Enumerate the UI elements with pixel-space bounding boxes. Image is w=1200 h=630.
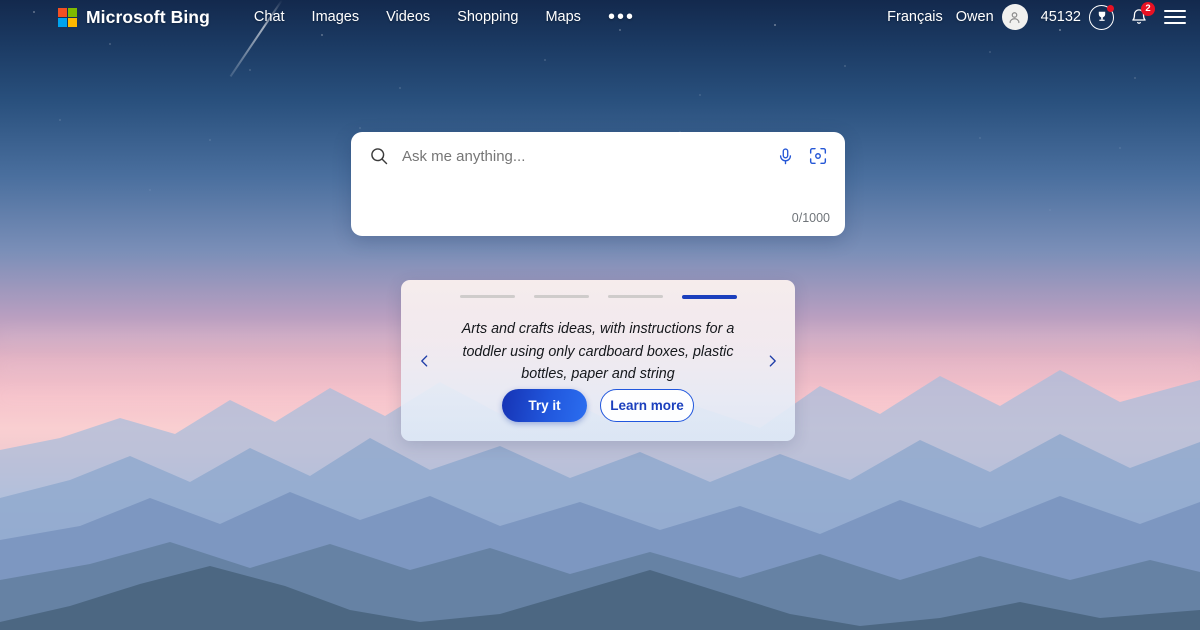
nav-item-shopping[interactable]: Shopping xyxy=(457,9,518,25)
learn-more-button[interactable]: Learn more xyxy=(600,389,694,422)
nav-item-videos[interactable]: Videos xyxy=(386,9,430,25)
search-input[interactable] xyxy=(402,147,776,165)
camera-visual-search-icon[interactable] xyxy=(808,146,828,166)
search-input-row xyxy=(351,132,845,180)
carousel-progress xyxy=(401,295,795,299)
character-counter: 0/1000 xyxy=(791,211,830,225)
nav-item-maps[interactable]: Maps xyxy=(545,9,580,25)
chevron-left-icon[interactable] xyxy=(413,348,435,374)
carousel-buttons: Try it Learn more xyxy=(401,389,795,422)
carousel-progress-bar-2[interactable] xyxy=(533,295,589,298)
rewards-points[interactable]: 45132 xyxy=(1040,4,1114,30)
search-action-icons xyxy=(776,146,828,166)
person-avatar-icon xyxy=(1001,4,1028,30)
user-account[interactable]: Owen xyxy=(956,4,1028,30)
search-magnifier-icon xyxy=(369,146,389,166)
carousel-progress-bar-1[interactable] xyxy=(459,295,515,298)
site-header: Microsoft Bing Chat Images Videos Shoppi… xyxy=(0,0,1200,34)
try-it-button[interactable]: Try it xyxy=(502,389,587,422)
carousel-prompt-text: Arts and crafts ideas, with instructions… xyxy=(461,321,735,383)
rewards-alert-dot xyxy=(1107,4,1114,12)
brand-name: Microsoft Bing xyxy=(86,6,210,27)
carousel-progress-bar-3[interactable] xyxy=(607,295,663,298)
search-box: 0/1000 xyxy=(351,132,845,236)
hamburger-menu-icon[interactable] xyxy=(1164,10,1186,24)
chevron-right-icon[interactable] xyxy=(761,348,783,374)
ellipsis-icon[interactable]: ••• xyxy=(608,7,635,27)
carousel-progress-bar-4[interactable] xyxy=(681,295,737,299)
language-selector[interactable]: Français xyxy=(887,9,943,25)
main-nav: Chat Images Videos Shopping Maps ••• xyxy=(254,7,635,27)
user-name: Owen xyxy=(955,9,994,25)
nav-item-images[interactable]: Images xyxy=(312,9,360,25)
header-right-actions: Français Owen 45132 2 xyxy=(887,2,1186,30)
rewards-points-value: 45132 xyxy=(1040,9,1081,25)
notifications-badge: 2 xyxy=(1141,2,1155,16)
trophy-icon xyxy=(1089,4,1114,30)
bing-homepage: Microsoft Bing Chat Images Videos Shoppi… xyxy=(0,0,1200,630)
bing-logo[interactable]: Microsoft Bing xyxy=(58,7,210,28)
nav-item-chat[interactable]: Chat xyxy=(254,9,285,25)
microsoft-squares-icon xyxy=(58,7,77,27)
notifications-button[interactable]: 2 xyxy=(1127,2,1155,29)
prompt-carousel-card: Arts and crafts ideas, with instructions… xyxy=(401,280,795,441)
microphone-icon[interactable] xyxy=(776,147,795,166)
